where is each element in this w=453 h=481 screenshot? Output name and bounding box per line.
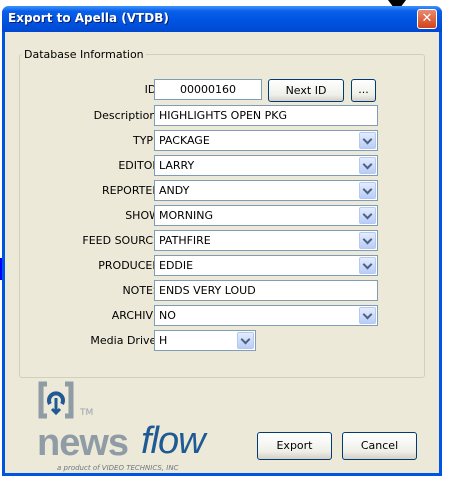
logo-tagline: a product of VIDEO TECHNICS, INC <box>57 464 179 472</box>
next-id-button[interactable]: Next ID <box>268 79 344 102</box>
reporter-label: REPORTER <box>101 184 160 197</box>
export-dialog-window: Export to Apella (VTDB) ✕ Database Infor… <box>2 6 442 476</box>
chevron-down-icon[interactable] <box>359 132 376 149</box>
notes-label: NOTES <box>122 284 160 297</box>
newsflow-mark-icon <box>38 381 74 419</box>
notes-field[interactable]: ENDS VERY LOUD <box>154 280 378 301</box>
producer-value: EDDIE <box>159 259 194 272</box>
editor-label: EDITOR <box>118 159 160 172</box>
description-field[interactable]: HIGHLIGHTS OPEN PKG <box>154 105 378 126</box>
media-drive-dropdown[interactable]: H <box>154 330 256 351</box>
chevron-down-icon[interactable] <box>359 257 376 274</box>
close-button[interactable]: ✕ <box>417 9 437 29</box>
group-legend: Database Information <box>24 48 144 61</box>
media-drive-value: H <box>159 334 168 347</box>
chevron-down-icon[interactable] <box>359 232 376 249</box>
dialog-client-area: Database Information ID: 00000160 Next I… <box>5 32 439 473</box>
type-label: TYPE <box>132 134 160 147</box>
editor-dropdown[interactable]: LARRY <box>154 155 378 176</box>
reporter-dropdown[interactable]: ANDY <box>154 180 378 201</box>
show-value: MORNING <box>159 209 214 222</box>
id-field[interactable]: 00000160 <box>154 79 262 100</box>
type-dropdown[interactable]: PACKAGE <box>154 130 378 151</box>
newsflow-logo: TM news flow a product of VIDEO TECHNICS… <box>37 380 227 472</box>
id-label: ID: <box>144 83 160 96</box>
show-label: SHOW <box>125 209 160 222</box>
browse-button[interactable]: ... <box>351 79 376 102</box>
logo-news-text: news <box>37 422 129 464</box>
reporter-value: ANDY <box>159 184 190 197</box>
title-bar[interactable]: Export to Apella (VTDB) ✕ <box>2 6 442 32</box>
logo-trademark: TM <box>80 408 94 418</box>
chevron-down-icon[interactable] <box>359 307 376 324</box>
description-label: Description: <box>93 109 160 122</box>
feed-source-value: PATHFIRE <box>159 234 211 247</box>
producer-label: PRODUCER <box>98 259 160 272</box>
feed-source-label: FEED SOURCE <box>82 234 160 247</box>
export-button[interactable]: Export <box>257 432 332 460</box>
chevron-down-icon[interactable] <box>359 207 376 224</box>
show-dropdown[interactable]: MORNING <box>154 205 378 226</box>
cancel-button[interactable]: Cancel <box>342 432 417 460</box>
feed-source-dropdown[interactable]: PATHFIRE <box>154 230 378 251</box>
chevron-down-icon[interactable] <box>359 182 376 199</box>
media-drive-label: Media Drive: <box>90 334 160 347</box>
chevron-down-icon[interactable] <box>359 157 376 174</box>
database-information-group: Database Information ID: 00000160 Next I… <box>19 48 425 378</box>
editor-value: LARRY <box>159 159 195 172</box>
logo-flow-text: flow <box>141 420 206 462</box>
archive-dropdown[interactable]: NO <box>154 305 378 326</box>
producer-dropdown[interactable]: EDDIE <box>154 255 378 276</box>
archive-label: ARCHIVE <box>111 309 160 322</box>
chevron-down-icon[interactable] <box>237 332 254 349</box>
archive-value: NO <box>159 309 176 322</box>
window-title: Export to Apella (VTDB) <box>8 11 169 25</box>
type-value: PACKAGE <box>159 134 210 147</box>
